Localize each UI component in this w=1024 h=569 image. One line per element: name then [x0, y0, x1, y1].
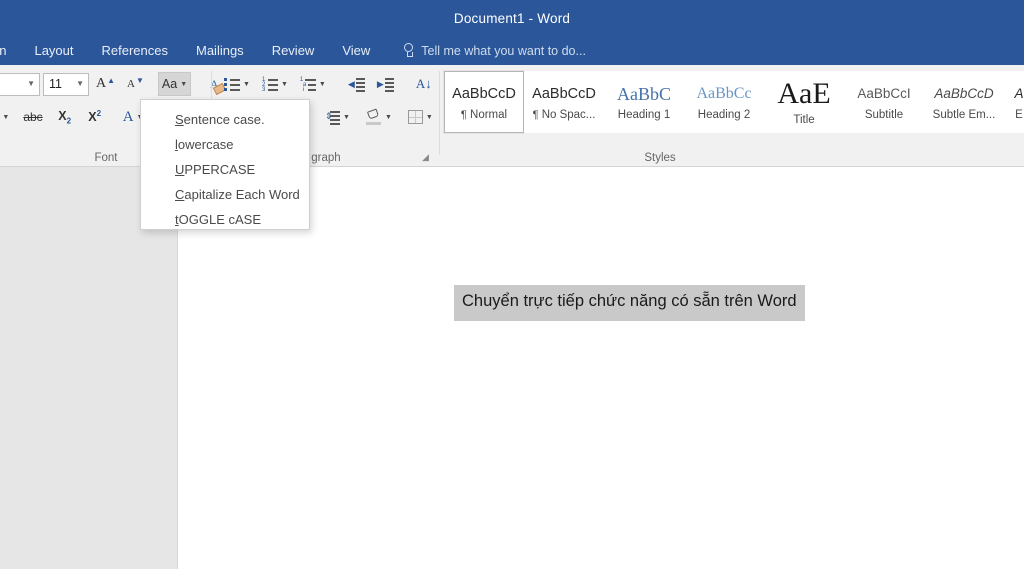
shading-button[interactable]: ▼ [362, 105, 396, 129]
style-label: E [1015, 108, 1023, 121]
grow-font-button[interactable]: A ▲ [92, 72, 120, 96]
chevron-down-icon: ▼ [27, 79, 35, 88]
style-label: ¶ No Spac... [532, 108, 596, 121]
chevron-down-icon: ▼ [2, 113, 10, 121]
multilevel-list-button[interactable]: 1 a i ▼ [296, 72, 330, 96]
style-label: Subtle Em... [932, 108, 996, 121]
shrink-font-button[interactable]: A ▼ [123, 72, 149, 96]
paragraph-group-row-2: ⇕ ▼ ▼ ▼ [320, 105, 437, 129]
chevron-down-icon: ▼ [243, 80, 250, 88]
style-item-title[interactable]: AaE Title [764, 71, 844, 133]
menu-item-toggle-case[interactable]: t OGGLE cASE [141, 207, 309, 232]
increase-indent-button[interactable]: ▶ [373, 72, 398, 96]
style-item-heading-2[interactable]: AaBbCc Heading 2 [684, 71, 764, 133]
chevron-down-icon: ▼ [280, 80, 288, 88]
ribbon-group-styles: AaBbCcD ¶ Normal AaBbCcD ¶ No Spac... Aa… [440, 65, 1024, 167]
sort-az-icon: A↓ [415, 76, 432, 91]
borders-button[interactable]: ▼ [404, 105, 437, 129]
chevron-down-icon: ▼ [425, 113, 433, 121]
superscript-button[interactable]: X2 [83, 105, 107, 129]
chevron-down-icon: ▼ [384, 113, 392, 121]
shading-icon [365, 108, 382, 125]
bullets-button[interactable]: ▼ [220, 72, 254, 96]
font-size-combo[interactable]: 11 ▼ [43, 72, 89, 96]
style-item-emphasis[interactable]: A E [1004, 71, 1024, 133]
line-spacing-icon: ⇕ [324, 110, 340, 125]
tab-references[interactable]: References [88, 36, 182, 65]
window-title: Document1 - Word [453, 10, 571, 26]
chevron-down-icon: ▼ [76, 79, 84, 88]
font-group-row-1: dy) ▼ 11 ▼ A▲ A▼ Aa ▼ A [0, 72, 226, 96]
title-bar: Document1 - Word [0, 0, 1024, 36]
lightbulb-icon [402, 43, 415, 58]
multilevel-list-icon: 1 a i [300, 77, 316, 93]
numbering-button[interactable]: 1 2 3 ▼ [258, 72, 292, 96]
tell-me-placeholder: Tell me what you want to do... [421, 43, 586, 58]
tell-me-search[interactable]: Tell me what you want to do... [402, 43, 586, 58]
style-label: Heading 1 [617, 108, 671, 121]
menu-item-lowercase[interactable]: l owercase [141, 132, 309, 157]
style-item-subtitle[interactable]: AaBbCcI Subtitle [844, 71, 924, 133]
style-item-heading-1[interactable]: AaBbC Heading 1 [604, 71, 684, 133]
arrow-up-icon: ▲ [107, 75, 116, 85]
numbered-list-icon: 1 2 3 [262, 77, 278, 93]
style-label: Subtitle [864, 108, 904, 121]
style-item-subtle-emphasis[interactable]: AaBbCcD Subtle Em... [924, 71, 1004, 133]
tab-layout[interactable]: Layout [20, 36, 87, 65]
menu-item-capitalize-each-word[interactable]: Capitalize Each Word [141, 182, 309, 207]
increase-indent-icon: ▶ [377, 77, 394, 92]
ribbon-tab-bar: gn Layout References Mailings Review Vie… [0, 36, 1024, 65]
borders-icon [407, 110, 423, 124]
tab-view[interactable]: View [328, 36, 384, 65]
menu-item-sentence-case[interactable]: Sentence case. [141, 107, 309, 132]
style-item-normal[interactable]: AaBbCcD ¶ Normal [443, 70, 525, 134]
styles-group-label: Styles [644, 152, 676, 164]
arrow-down-icon: ▼ [136, 75, 144, 85]
tab-review[interactable]: Review [258, 36, 329, 65]
line-spacing-button[interactable]: ⇕ ▼ [320, 105, 354, 129]
style-label: Heading 2 [697, 108, 751, 121]
subscript-button[interactable]: X2 [53, 105, 77, 129]
change-case-dropdown-menu: Sentence case. l owercase U PPERCASE Capit… [140, 99, 310, 230]
paragraph-dialog-launcher[interactable]: ◢ [422, 152, 432, 162]
decrease-indent-button[interactable]: ◀ [344, 72, 369, 96]
style-label: Title [793, 113, 815, 126]
menu-item-uppercase[interactable]: U PPERCASE [141, 157, 309, 182]
change-case-button[interactable]: Aa ▼ [157, 72, 192, 96]
decrease-indent-icon: ◀ [348, 77, 365, 92]
chevron-down-icon: ▼ [318, 80, 326, 88]
paragraph-group-row-1: ▼ 1 2 3 ▼ 1 a i ▼ ◀ ▶ A↓ [220, 72, 472, 96]
bullet-list-icon [224, 77, 240, 91]
strikethrough-button[interactable]: abc [19, 105, 46, 129]
selected-document-text[interactable]: Chuyển trực tiếp chức năng có sẵn trên W… [454, 285, 805, 321]
sort-button[interactable]: A↓ [412, 72, 436, 96]
font-name-combo[interactable]: dy) ▼ [0, 72, 40, 96]
style-item-no-spacing[interactable]: AaBbCcD ¶ No Spac... [524, 71, 604, 133]
tab-design[interactable]: gn [0, 36, 20, 65]
tab-mailings[interactable]: Mailings [182, 36, 258, 65]
styles-gallery[interactable]: AaBbCcD ¶ Normal AaBbCcD ¶ No Spac... Aa… [443, 70, 1024, 134]
word-window: Document1 - Word gn Layout References Ma… [0, 0, 1024, 569]
style-label: ¶ Normal [460, 108, 508, 121]
chevron-down-icon: ▼ [180, 80, 188, 88]
chevron-down-icon: ▼ [343, 113, 350, 121]
underline-button[interactable]: U ▼ [0, 105, 13, 129]
